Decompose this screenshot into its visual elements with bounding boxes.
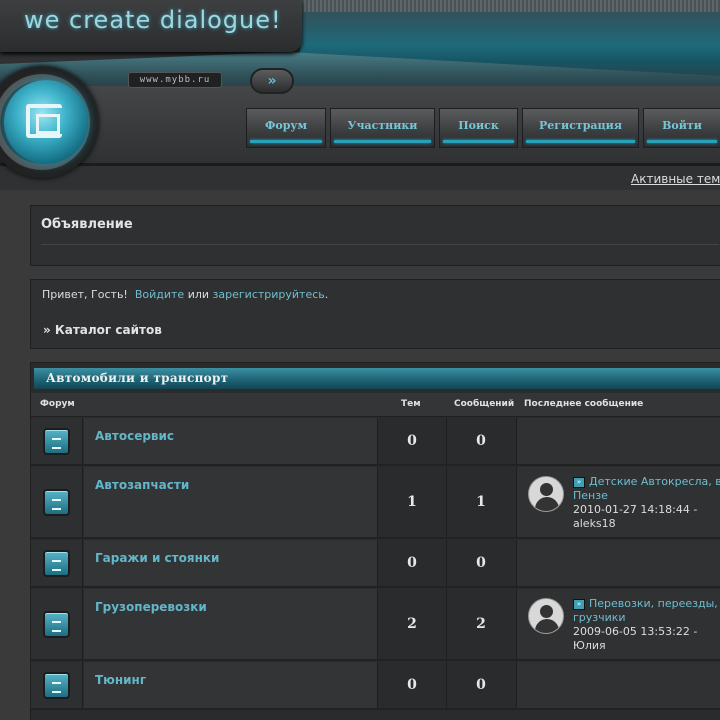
posts-count: 2 bbox=[446, 589, 515, 659]
greeting-text: Привет, Гость! bbox=[42, 288, 128, 301]
go-button[interactable]: » bbox=[250, 68, 294, 94]
last-post-user[interactable]: Юлия bbox=[573, 639, 606, 652]
topics-count: 0 bbox=[377, 540, 446, 586]
site-url[interactable]: www.mybb.ru bbox=[128, 72, 222, 88]
last-post-user[interactable]: aleks18 bbox=[573, 517, 616, 530]
posts-count: 0 bbox=[446, 540, 515, 586]
col-posts: Сообщений bbox=[454, 399, 515, 409]
catalog-link[interactable]: » Каталог сайтов bbox=[43, 323, 162, 337]
or-text: или bbox=[187, 288, 210, 301]
last-post-cell bbox=[516, 540, 720, 586]
nav-members[interactable]: Участники bbox=[330, 108, 435, 148]
logo-icon bbox=[26, 104, 62, 138]
active-topics-link[interactable]: Активные темы bbox=[631, 172, 720, 186]
forum-icon[interactable] bbox=[43, 611, 70, 638]
forum-row: Автосервис 0 0 bbox=[31, 418, 720, 466]
topics-count: 1 bbox=[377, 467, 446, 537]
nav-search[interactable]: Поиск bbox=[439, 108, 518, 148]
avatar bbox=[528, 476, 564, 512]
last-post-cell: » Перевозки, переезды, грузчики 2009-06-0… bbox=[516, 589, 720, 659]
last-post-date: 2010-01-27 14:18:44 - bbox=[573, 503, 698, 516]
forum-name[interactable]: Автосервис bbox=[95, 429, 174, 443]
forum-icon[interactable] bbox=[43, 550, 70, 577]
forum-name[interactable]: Автозапчасти bbox=[95, 478, 189, 492]
topics-count: 0 bbox=[377, 418, 446, 464]
last-post-date: 2009-06-05 13:53:22 - bbox=[573, 625, 698, 638]
site-header: we create dialogue! www.mybb.ru » bbox=[0, 0, 720, 190]
posts-count: 1 bbox=[446, 467, 515, 537]
greeting: Привет, Гость! Войдите или зарегистрируй… bbox=[42, 288, 328, 301]
last-post-info: » Детские Автокресла, в Пензе 2010-01-27 … bbox=[573, 475, 720, 531]
announcement-box: Объявление bbox=[30, 205, 720, 266]
last-post-cell: » Детские Автокресла, в Пензе 2010-01-27 … bbox=[516, 467, 720, 537]
forum-name[interactable]: Тюнинг bbox=[95, 673, 146, 687]
topics-count: 0 bbox=[377, 662, 446, 708]
forum-row: Тюнинг 0 0 bbox=[31, 662, 720, 710]
nav-register[interactable]: Регистрация bbox=[522, 108, 639, 148]
forum-icon[interactable] bbox=[43, 428, 70, 455]
nav-login[interactable]: Войти bbox=[643, 108, 720, 148]
forum-name[interactable]: Гаражи и стоянки bbox=[95, 551, 219, 565]
login-link[interactable]: Войдите bbox=[135, 288, 184, 301]
forum-name[interactable]: Грузоперевозки bbox=[95, 600, 207, 614]
announcement-title: Объявление bbox=[41, 217, 133, 232]
last-post-cell bbox=[516, 418, 720, 464]
last-post-title[interactable]: Детские Автокресла, в Пензе bbox=[573, 475, 720, 502]
category-block: Автомобили и транспорт Форум Тем Сообщен… bbox=[30, 362, 720, 720]
greeting-suffix: . bbox=[324, 288, 329, 301]
posts-count: 0 bbox=[446, 662, 515, 708]
col-topics: Тем bbox=[401, 399, 421, 409]
forum-row: Автозапчасти 1 1 » Детские Автокресла, в … bbox=[31, 467, 720, 539]
last-post-cell bbox=[516, 662, 720, 708]
forum-icon[interactable] bbox=[43, 672, 70, 699]
main-nav: Форум Участники Поиск Регистрация Войти bbox=[246, 108, 720, 148]
site-slogan: we create dialogue! bbox=[24, 6, 282, 34]
topics-count: 2 bbox=[377, 589, 446, 659]
forum-row: Гаражи и стоянки 0 0 bbox=[31, 540, 720, 588]
posts-count: 0 bbox=[446, 418, 515, 464]
avatar bbox=[528, 598, 564, 634]
go-to-post-icon[interactable]: » bbox=[573, 477, 585, 488]
forum-row: Грузоперевозки 2 2 » Перевозки, переезды,… bbox=[31, 589, 720, 661]
col-last-post: Последнее сообщение bbox=[524, 399, 644, 409]
forum-icon[interactable] bbox=[43, 489, 70, 516]
last-post-title[interactable]: Перевозки, переезды, грузчики bbox=[573, 597, 718, 624]
divider bbox=[41, 244, 719, 245]
column-headers: Форум Тем Сообщений Последнее сообщение bbox=[31, 393, 720, 417]
go-to-post-icon[interactable]: » bbox=[573, 599, 585, 610]
welcome-box: Привет, Гость! Войдите или зарегистрируй… bbox=[30, 279, 720, 349]
last-post-info: » Перевозки, переезды, грузчики 2009-06-0… bbox=[573, 597, 720, 653]
col-forum: Форум bbox=[40, 399, 75, 409]
register-link[interactable]: зарегистрируйтесь bbox=[213, 288, 325, 301]
category-title[interactable]: Автомобили и транспорт bbox=[34, 368, 720, 389]
nav-forum[interactable]: Форум bbox=[246, 108, 326, 148]
